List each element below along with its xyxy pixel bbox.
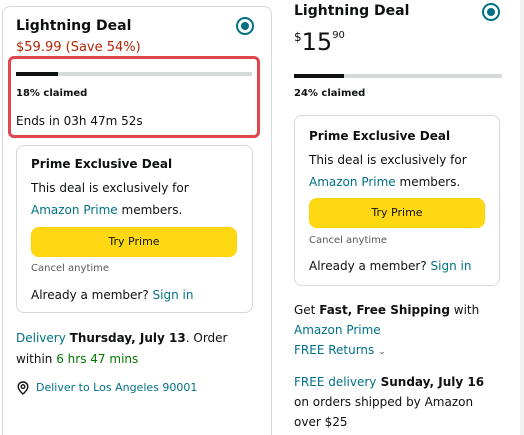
free-returns-link[interactable]: FREE Returns [294, 343, 374, 357]
right-prime-line2: members. [395, 175, 461, 189]
right-shipping-fast-free: Fast, Free Shipping [319, 303, 450, 317]
right-claimed-progress-fill [294, 74, 344, 78]
left-deal-radio[interactable] [236, 17, 254, 35]
right-price-symbol: $ [294, 30, 302, 44]
location-pin-icon [17, 381, 29, 395]
left-deal-price: $59.99 (Save 54%) [16, 40, 141, 55]
right-claimed-progress-bar [294, 74, 502, 78]
right-member-text: Already a member? [309, 259, 427, 273]
right-deal-radio[interactable] [482, 3, 500, 21]
deliver-to-link[interactable]: Deliver to Los Angeles 90001 [36, 381, 197, 394]
right-cancel-anytime: Cancel anytime [309, 235, 388, 246]
right-shipping-info: Get Fast, Free Shipping with Amazon Prim… [294, 300, 516, 362]
right-price-whole: 15 [301, 28, 333, 56]
left-prime-title: Prime Exclusive Deal [31, 157, 173, 171]
right-sign-in-link[interactable]: Sign in [431, 259, 472, 273]
left-member-text: Already a member? [31, 288, 149, 302]
right-prime-title: Prime Exclusive Deal [309, 129, 451, 143]
left-sign-in-link[interactable]: Sign in [153, 288, 194, 302]
left-cancel-anytime: Cancel anytime [31, 263, 110, 274]
right-prime-description: This deal is exclusively for Amazon Prim… [309, 149, 494, 193]
left-delivery-info: Delivery Thursday, July 13. Order within… [16, 328, 262, 370]
free-delivery-link[interactable]: FREE delivery [294, 375, 376, 389]
right-price-fraction: 90 [332, 30, 345, 41]
left-prime-description: This deal is exclusively for Amazon Prim… [31, 177, 241, 221]
right-claimed-text: 24% claimed [294, 88, 366, 99]
left-delivery-date: Thursday, July 13 [69, 331, 186, 345]
right-delivery-date: Sunday, July 16 [376, 375, 485, 389]
right-shipping-get: Get [294, 303, 320, 317]
right-deal-price: $1590 [294, 28, 345, 56]
right-shipping-with: with [449, 303, 480, 317]
right-delivery-line2: on orders shipped by Amazon [294, 395, 474, 409]
left-member-line: Already a member? Sign in [31, 288, 193, 302]
left-prime-line2: members. [117, 203, 183, 217]
chevron-down-icon[interactable]: ⌄ [378, 342, 386, 362]
left-amazon-prime-link[interactable]: Amazon Prime [31, 203, 118, 217]
right-free-delivery-info: FREE delivery Sunday, July 16 on orders … [294, 372, 516, 432]
left-delivery-time-left: 6 hrs 47 mins [56, 352, 139, 366]
left-deal-title: Lightning Deal [16, 18, 132, 34]
highlight-box [8, 56, 260, 138]
left-delivery-label[interactable]: Delivery [16, 331, 66, 345]
left-prime-line1: This deal is exclusively for [31, 181, 189, 195]
right-deal-title: Lightning Deal [294, 3, 410, 19]
right-amazon-prime-link[interactable]: Amazon Prime [309, 175, 396, 189]
left-try-prime-button[interactable]: Try Prime [31, 227, 237, 257]
right-edge-divider [520, 0, 524, 435]
right-delivery-line3: over $25 [294, 415, 348, 429]
right-prime-line1: This deal is exclusively for [309, 153, 467, 167]
right-try-prime-button[interactable]: Try Prime [309, 198, 485, 228]
left-delivery-order: . Order [185, 331, 228, 345]
left-delivery-within: within [16, 352, 53, 366]
right-shipping-prime-link[interactable]: Amazon Prime [294, 323, 381, 337]
right-member-line: Already a member? Sign in [309, 259, 471, 273]
